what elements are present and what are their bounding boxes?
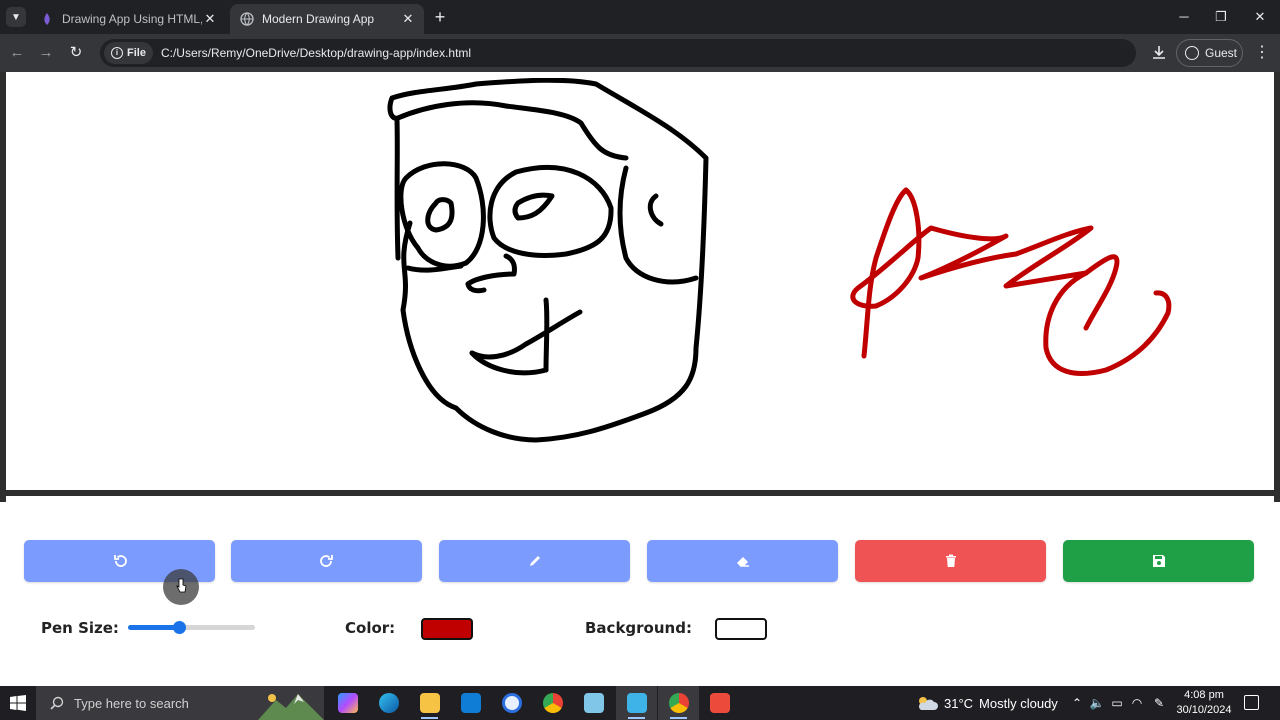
hand-pointer-icon [176,578,187,593]
profile-label: Guest [1205,46,1238,60]
download-icon[interactable] [1148,42,1170,64]
slider-thumb[interactable] [172,621,186,634]
taskbar-app-red[interactable] [699,686,740,720]
browser-toolbar: ← → ↻ i File C:/Users/Remy/OneDrive/Desk… [0,34,1280,72]
taskbar-chrome-alt[interactable] [532,686,573,720]
slider-fill [128,625,179,630]
red-scribble [850,187,1172,376]
info-icon: i [111,47,123,59]
battery-icon[interactable]: ▭ [1109,696,1125,710]
close-window-button[interactable]: ✕ [1245,6,1275,28]
wifi-icon[interactable]: ◠ [1129,696,1145,710]
app-red-icon [709,693,730,713]
back-button[interactable]: ← [6,42,28,64]
profile-button[interactable]: Guest [1176,39,1243,67]
forward-button[interactable]: → [35,42,57,64]
minimize-window-button[interactable]: ─ [1169,6,1199,28]
pen-size-slider[interactable] [128,621,255,634]
eraser-tool-button[interactable] [647,540,838,582]
undo-icon [113,555,127,567]
taskbar-clock[interactable]: 4:08 pm 30/10/2024 [1172,688,1236,718]
taskbar-copilot[interactable] [327,686,368,720]
weather-widget[interactable]: 31°C Mostly cloudy [916,686,1058,720]
search-icon [50,696,64,710]
url-text[interactable]: C:/Users/Remy/OneDrive/Desktop/drawing-a… [161,46,471,60]
vscode-icon [460,693,481,713]
pencil-icon [529,556,540,566]
mouse-cursor-highlight [163,569,199,605]
page-viewport: Pen Size: Color: Background: [0,72,1280,686]
taskbar-app-a[interactable] [491,686,532,720]
running-indicator [670,717,687,719]
site-favicon-icon [44,13,50,25]
folder-icon [419,693,440,713]
face-sketch [387,78,709,443]
tab-modern-drawing-app[interactable]: Modern Drawing App ✕ [230,4,424,34]
edge-icon [378,693,399,713]
weather-temp: 31°C [944,695,974,711]
site-info-chip[interactable]: i File [104,42,153,64]
search-placeholder: Type here to search [74,695,189,711]
background-color-picker[interactable] [715,618,767,640]
canvas-border [1274,72,1280,502]
pen-tool-button[interactable] [439,540,630,582]
tab-title: Modern Drawing App [262,12,375,26]
eraser-icon [736,557,749,567]
new-tab-button[interactable]: + [430,7,450,27]
background-label: Background: [585,619,692,637]
color-label: Color: [345,619,396,637]
save-icon [1152,555,1165,567]
profile-icon [1185,46,1199,60]
start-button[interactable] [0,686,36,720]
taskbar-edge[interactable] [368,686,409,720]
taskbar-vscode[interactable] [450,686,491,720]
windows-taskbar: Type here to search 31°C Mostly cloudy ⌃… [0,686,1280,720]
redo-icon [319,555,333,567]
chrome-icon [668,693,689,713]
clear-canvas-button[interactable] [855,540,1046,582]
maximize-window-button[interactable]: ❐ [1206,6,1236,28]
scheme-label: File [127,47,146,59]
pen-size-label: Pen Size: [41,619,119,637]
taskbar-app-notes[interactable] [573,686,614,720]
trash-icon [945,554,956,567]
clock-date: 30/10/2024 [1176,704,1232,716]
taskbar-app-active[interactable] [616,686,657,720]
reload-button[interactable]: ↻ [65,42,87,64]
taskbar-file-explorer[interactable] [409,686,450,720]
tray-overflow-icon[interactable]: ⌃ [1069,696,1085,710]
search-highlight-image [258,694,324,720]
tab-search-button[interactable]: ▼ [6,7,26,27]
close-tab-icon[interactable]: ✕ [202,11,218,27]
pen-tray-icon[interactable]: ✎ [1151,696,1167,710]
notes-icon [583,693,604,713]
browser-tab-strip: ▼ Drawing App Using HTML, CSS ✕ Modern D… [0,0,1280,34]
tab-title: Drawing App Using HTML, CSS [62,12,202,26]
volume-icon[interactable]: 🔈 [1089,696,1105,710]
clock-time: 4:08 pm [1184,689,1224,701]
app-a-icon [501,693,522,713]
cloud-icon [918,697,938,710]
chrome-alt-icon [542,693,563,713]
color-picker[interactable] [421,618,473,640]
address-bar[interactable]: i File C:/Users/Remy/OneDrive/Desktop/dr… [100,39,1136,67]
save-button[interactable] [1063,540,1254,582]
copilot-icon [337,693,358,713]
canvas-drawing [387,78,1172,443]
close-tab-icon[interactable]: ✕ [400,11,416,27]
browser-menu-icon[interactable]: ⋮ [1252,42,1272,64]
tab-drawing-tutorial[interactable]: Drawing App Using HTML, CSS ✕ [30,4,226,34]
redo-button[interactable] [231,540,422,582]
windows-logo-icon [10,695,26,711]
app-icon [626,693,647,713]
running-indicator [421,717,438,719]
drawing-canvas[interactable] [6,78,1274,496]
taskbar-search-box[interactable]: Type here to search [36,686,324,720]
notification-icon[interactable] [1244,695,1259,710]
taskbar-chrome[interactable] [658,686,699,720]
running-indicator [628,717,645,719]
globe-icon [240,12,254,26]
weather-condition: Mostly cloudy [979,695,1058,711]
